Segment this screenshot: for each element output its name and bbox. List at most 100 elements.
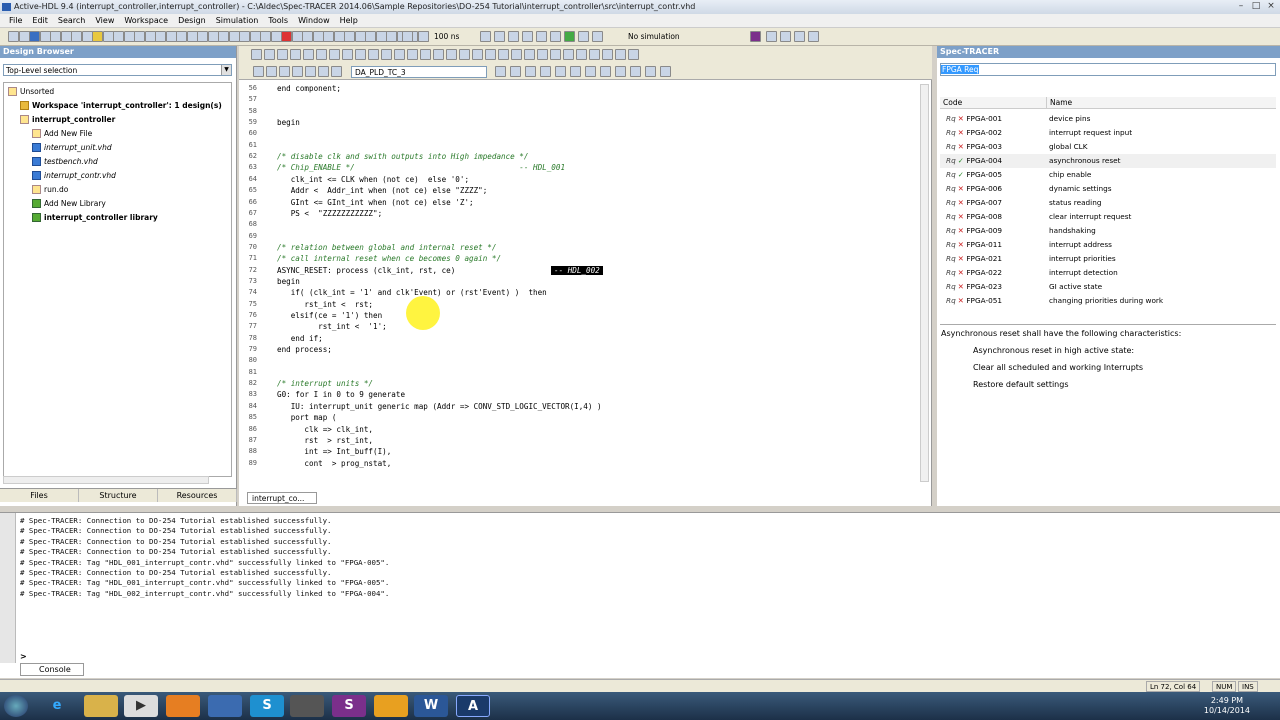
menu-item-search[interactable]: Search: [53, 14, 90, 28]
tree-hscroll[interactable]: [3, 476, 209, 484]
toolbar-icon[interactable]: [102, 31, 114, 42]
code-line[interactable]: port map (: [277, 413, 337, 422]
system-clock[interactable]: 2:49 PM 10/14/2014: [1204, 696, 1250, 716]
tab-resources[interactable]: Resources: [158, 489, 237, 502]
menu-item-tools[interactable]: Tools: [263, 14, 293, 28]
code-line[interactable]: /* relation between global and internal …: [277, 243, 496, 252]
toolbar-icon[interactable]: [375, 31, 387, 42]
editor-toolbar-icon[interactable]: [264, 49, 275, 60]
editor-toolbar-icon[interactable]: [446, 49, 457, 60]
library-combo[interactable]: DA_PLD_TC_3: [351, 66, 487, 78]
minimize-button[interactable]: –: [1234, 1, 1248, 12]
editor-toolbar-icon[interactable]: [251, 49, 262, 60]
spec-tracer-toolbar-icon[interactable]: [750, 31, 761, 42]
toolbar-icon[interactable]: [8, 31, 19, 42]
sim-control-icon[interactable]: [480, 31, 491, 42]
word-icon[interactable]: W: [414, 695, 448, 717]
editor-toolbar-icon[interactable]: [277, 49, 288, 60]
editor-tab[interactable]: interrupt_co...: [247, 492, 317, 504]
code-line[interactable]: IU: interrupt_unit generic map (Addr => …: [277, 402, 602, 411]
editor-toolbar-icon[interactable]: [459, 49, 470, 60]
requirement-row[interactable]: Rq ✕ FPGA-003 global CLK: [940, 140, 1276, 154]
code-line[interactable]: rst_int < '1';: [277, 322, 387, 331]
media-player-icon[interactable]: ▶: [124, 695, 158, 717]
tree-item[interactable]: testbench.vhd: [32, 155, 98, 168]
tree-item[interactable]: Add New File: [32, 127, 92, 140]
code-area[interactable]: end component; begin /* disable clk and sw…: [269, 82, 919, 478]
requirement-row[interactable]: Rq ✕ FPGA-008 clear interrupt request: [940, 210, 1276, 224]
editor-toolbar-icon[interactable]: [381, 49, 392, 60]
sim-control-icon[interactable]: [418, 31, 429, 42]
requirement-row[interactable]: Rq ✕ FPGA-009 handshaking: [940, 224, 1276, 238]
editor-toolbar-icon[interactable]: [585, 66, 596, 77]
menu-item-view[interactable]: View: [90, 14, 119, 28]
toolbar-icon[interactable]: [60, 31, 72, 42]
code-line[interactable]: elsif(ce = '1') then: [277, 311, 382, 320]
code-line[interactable]: Addr < Addr_int when (not ce) else "ZZZZ…: [277, 186, 488, 195]
requirement-row[interactable]: Rq ✕ FPGA-007 status reading: [940, 196, 1276, 210]
active-hdl-icon[interactable]: A: [456, 695, 490, 717]
editor-toolbar-icon[interactable]: [511, 49, 522, 60]
toolbar-icon[interactable]: [302, 31, 313, 42]
sim-control-icon[interactable]: [386, 31, 397, 42]
code-line[interactable]: clk => clk_int,: [277, 425, 373, 434]
tree-item[interactable]: run.do: [32, 183, 68, 196]
toolbar-icon[interactable]: [176, 31, 187, 42]
top-level-select[interactable]: Top-Level selection ▼: [3, 64, 232, 76]
maximize-button[interactable]: □: [1249, 1, 1263, 12]
console-tab[interactable]: Console: [20, 663, 84, 676]
app-icon-2[interactable]: [290, 695, 324, 717]
requirement-row[interactable]: Rq ✓ FPGA-004 asynchronous reset: [940, 154, 1276, 168]
toolbar-icon[interactable]: [197, 31, 208, 42]
code-line[interactable]: begin: [277, 277, 300, 286]
spec-tracer-toolbar-icon[interactable]: [780, 31, 791, 42]
editor-toolbar-icon[interactable]: [600, 66, 611, 77]
code-line[interactable]: /* call internal reset when ce becomes 0…: [277, 254, 501, 263]
toolbar-icon[interactable]: [218, 31, 229, 42]
editor-toolbar-icon[interactable]: [407, 49, 418, 60]
editor-toolbar-icon[interactable]: [615, 49, 626, 60]
sim-control-icon[interactable]: [536, 31, 547, 42]
editor-toolbar-icon[interactable]: [316, 49, 327, 60]
toolbar-icon[interactable]: [18, 31, 30, 42]
editor-toolbar-icon[interactable]: [525, 66, 536, 77]
code-line[interactable]: GInt <= GInt_int when (not ce) else 'Z';: [277, 198, 474, 207]
toolbar-icon[interactable]: [270, 31, 282, 42]
toolbar-icon[interactable]: [144, 31, 156, 42]
toolbar-icon[interactable]: [113, 31, 124, 42]
editor-vscroll[interactable]: [920, 84, 929, 482]
skype-icon[interactable]: S: [250, 695, 284, 717]
start-button[interactable]: [4, 695, 28, 717]
toolbar-icon[interactable]: [333, 31, 345, 42]
editor-toolbar-icon[interactable]: [279, 66, 290, 77]
requirement-row[interactable]: Rq ✕ FPGA-051 changing priorities during w…: [940, 294, 1276, 308]
code-line[interactable]: /* disable clk and swith outputs into Hi…: [277, 152, 528, 161]
code-line[interactable]: rst > rst_int,: [277, 436, 373, 445]
editor-toolbar-icon[interactable]: [292, 66, 303, 77]
tree-item[interactable]: Add New Library: [32, 197, 106, 210]
close-button[interactable]: ×: [1264, 1, 1278, 12]
editor-toolbar-icon[interactable]: [394, 49, 405, 60]
editor-toolbar-icon[interactable]: [329, 49, 340, 60]
editor-toolbar-icon[interactable]: [433, 49, 444, 60]
editor-toolbar-icon[interactable]: [331, 66, 342, 77]
code-line[interactable]: ASYNC_RESET: process (clk_int, rst, ce): [277, 266, 455, 275]
editor-toolbar-icon[interactable]: [645, 66, 656, 77]
editor-toolbar-icon[interactable]: [318, 66, 329, 77]
requirement-row[interactable]: Rq ✕ FPGA-002 interrupt request input: [940, 126, 1276, 140]
editor-toolbar-icon[interactable]: [660, 66, 671, 77]
spec-tracer-toolbar-icon[interactable]: [766, 31, 777, 42]
toolbar-icon[interactable]: [207, 31, 219, 42]
requirement-row[interactable]: Rq ✕ FPGA-023 GI active state: [940, 280, 1276, 294]
editor-toolbar-icon[interactable]: [342, 49, 353, 60]
firefox-icon[interactable]: [166, 695, 200, 717]
sim-control-icon[interactable]: [578, 31, 589, 42]
tree-item[interactable]: interrupt_controller library: [32, 211, 158, 224]
menu-item-workspace[interactable]: Workspace: [119, 14, 173, 28]
code-line[interactable]: PS < "ZZZZZZZZZZZ";: [277, 209, 382, 218]
code-line[interactable]: begin: [277, 118, 300, 127]
outlook-icon[interactable]: [374, 695, 408, 717]
sim-control-icon[interactable]: [522, 31, 533, 42]
editor-toolbar-icon[interactable]: [266, 66, 277, 77]
ie-icon[interactable]: e: [40, 695, 74, 717]
